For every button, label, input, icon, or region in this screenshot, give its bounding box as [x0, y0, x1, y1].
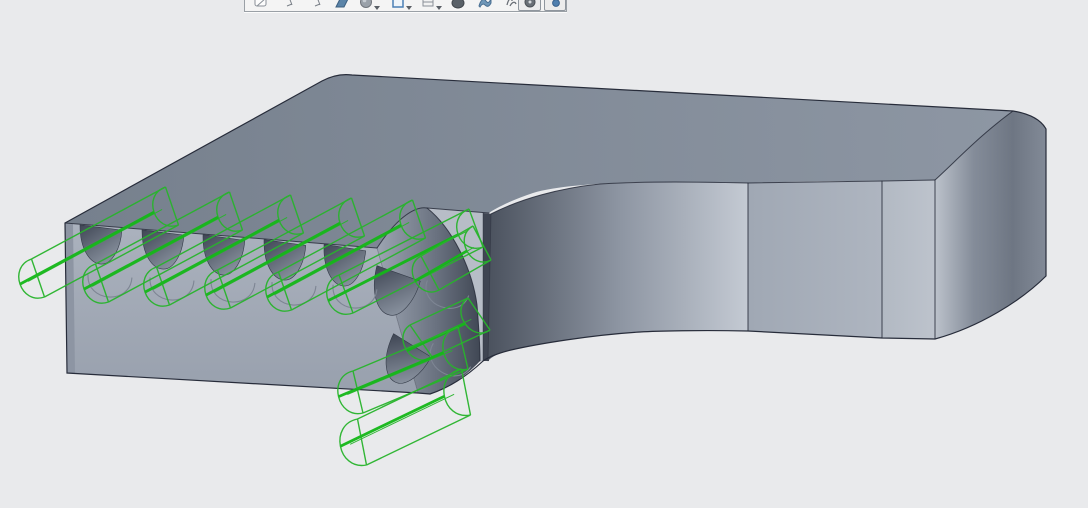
- front-mid-face: [748, 181, 882, 338]
- sketch-tool-icon-glyph: [392, 0, 404, 8]
- shaded-view-icon[interactable]: [450, 0, 468, 11]
- toggle-button-circle[interactable]: [518, 0, 541, 11]
- snap-point-2-icon-glyph: [314, 0, 321, 7]
- toggle-button-circle-glyph: [524, 0, 536, 8]
- viewport[interactable]: [0, 0, 1088, 508]
- snap-point-icon-glyph: [286, 0, 293, 7]
- surface-tool-icon-glyph: [478, 0, 492, 8]
- surface-tool-icon[interactable]: [477, 0, 495, 11]
- dropdown-caret-icon[interactable]: [374, 6, 380, 10]
- marquee-select-icon-glyph: [254, 0, 267, 7]
- front-right-face: [882, 180, 935, 339]
- box-tool-icon-glyph: [422, 0, 434, 7]
- dropdown-caret-icon[interactable]: [436, 6, 442, 10]
- toggle-button-dot-glyph: [552, 0, 560, 7]
- sphere-tool-icon-glyph: [360, 0, 372, 8]
- model-3d-view[interactable]: [0, 0, 1088, 508]
- datum-plane-icon[interactable]: [334, 0, 352, 11]
- floating-toolbar: [244, 0, 567, 12]
- marquee-select-icon[interactable]: [253, 0, 271, 11]
- dropdown-caret-icon[interactable]: [406, 6, 412, 10]
- snap-point-icon[interactable]: [281, 0, 299, 11]
- datum-plane-icon-glyph: [335, 0, 349, 8]
- annotation-tool-icon-glyph: [506, 0, 517, 7]
- shaded-view-icon-glyph: [451, 0, 465, 9]
- toggle-button-dot[interactable]: [544, 0, 566, 11]
- snap-point-2-icon[interactable]: [309, 0, 327, 11]
